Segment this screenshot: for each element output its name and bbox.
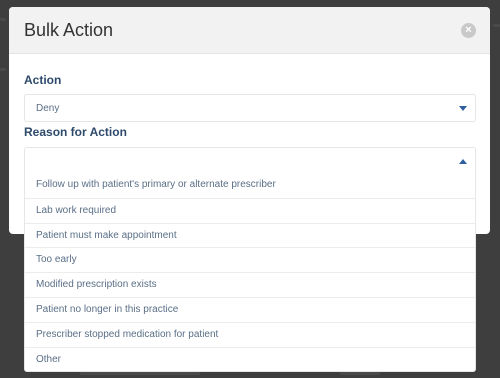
action-label: Action [24, 73, 62, 87]
reason-option[interactable]: Follow up with patient's primary or alte… [25, 173, 475, 198]
chevron-down-icon [459, 106, 467, 111]
reason-option[interactable]: Prescriber stopped medication for patien… [25, 321, 475, 347]
close-icon[interactable]: × [461, 23, 476, 38]
reason-option[interactable]: Modified prescription exists [25, 272, 475, 297]
reason-option[interactable]: Other [25, 346, 475, 372]
action-select-value: Deny [36, 103, 60, 114]
reason-option[interactable]: Lab work required [25, 197, 475, 223]
reason-label: Reason for Action [24, 125, 127, 139]
reason-option[interactable]: Too early [25, 247, 475, 272]
reason-option[interactable]: Patient must make appointment [25, 222, 475, 248]
modal-header: Bulk Action × [9, 7, 490, 54]
reason-select[interactable] [24, 147, 476, 175]
modal-title: Bulk Action [24, 20, 114, 40]
chevron-up-icon [459, 159, 467, 164]
action-select[interactable]: Deny [24, 94, 476, 122]
reason-dropdown-list: Follow up with patient's primary or alte… [24, 173, 476, 373]
reason-option[interactable]: Patient no longer in this practice [25, 296, 475, 322]
